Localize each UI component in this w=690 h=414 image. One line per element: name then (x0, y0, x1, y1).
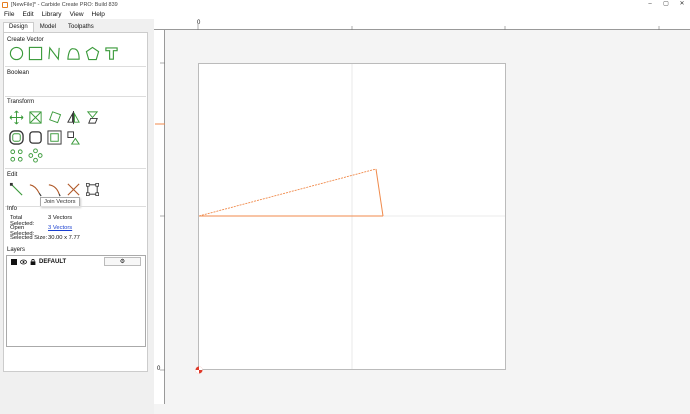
canvas-overlay (155, 24, 660, 374)
origin-marker-quadrant (195, 370, 199, 374)
vector-line-1 (198, 168, 377, 217)
origin-marker-quadrant (199, 366, 203, 370)
vector-line-2 (375, 168, 384, 217)
